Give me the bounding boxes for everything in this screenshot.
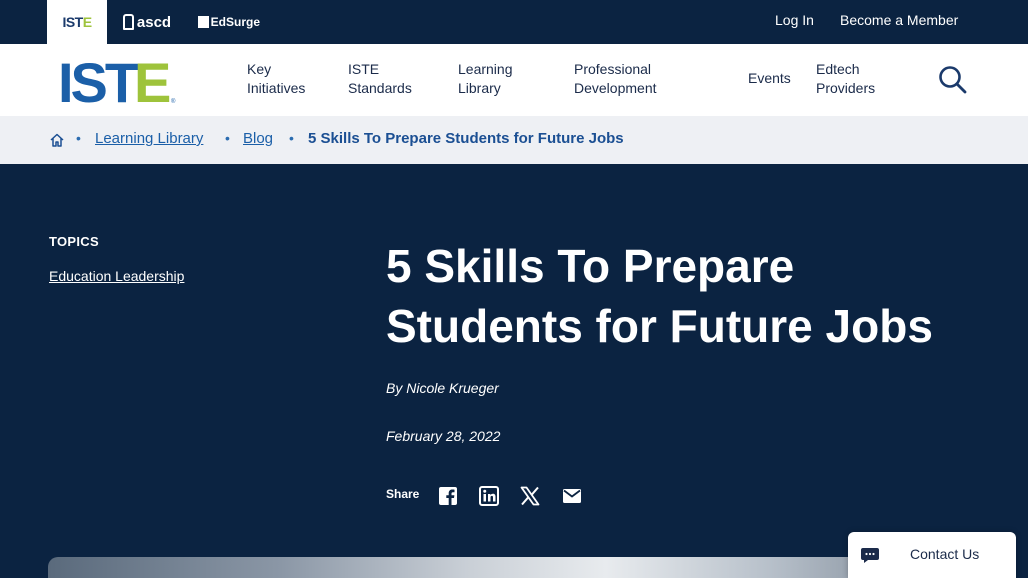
edsurge-brand-label: EdSurge [210, 15, 260, 29]
nav-learning-library[interactable]: Learning Library [458, 60, 548, 98]
x-icon[interactable] [519, 485, 541, 507]
nav-events[interactable]: Events [748, 69, 808, 88]
breadcrumb-current: 5 Skills To Prepare Students for Future … [308, 130, 624, 147]
mail-icon[interactable] [561, 485, 583, 507]
contact-us-label: Contact Us [910, 546, 980, 562]
linkedin-icon[interactable] [478, 485, 500, 507]
breadcrumb-learning-library[interactable]: Learning Library [95, 130, 203, 147]
home-icon[interactable] [49, 132, 65, 148]
iste-mini-logo: ISTE [62, 14, 92, 30]
topic-link-education-leadership[interactable]: Education Leadership [49, 268, 184, 284]
become-member-link[interactable]: Become a Member [840, 12, 958, 28]
nav-key-initiatives[interactable]: Key Initiatives [247, 60, 327, 98]
ascd-logo-icon [122, 14, 134, 30]
brand-tab-edsurge[interactable]: EdSurge [198, 0, 260, 44]
svg-text:®: ® [171, 98, 176, 104]
breadcrumb: • Learning Library • Blog • 5 Skills To … [0, 116, 1028, 164]
chat-bubble-icon [860, 545, 880, 565]
edsurge-logo-icon [198, 16, 209, 28]
search-icon[interactable] [937, 64, 969, 96]
svg-text:IST: IST [58, 56, 139, 104]
topics-heading: TOPICS [49, 234, 99, 249]
facebook-icon[interactable] [437, 485, 459, 507]
nav-edtech-providers[interactable]: Edtech Providers [816, 60, 906, 98]
brand-tab-ascd[interactable]: ascd [118, 0, 176, 44]
breadcrumb-separator: • [76, 130, 81, 146]
utility-bar: ISTE ascd EdSurge Log In Become a Member [0, 0, 1028, 44]
share-label: Share [386, 487, 420, 501]
iste-logo[interactable]: IST E ® [58, 51, 178, 114]
nav-iste-standards[interactable]: ISTE Standards [348, 60, 438, 98]
nav-professional-development[interactable]: Professional Development [574, 60, 694, 98]
login-link[interactable]: Log In [775, 12, 814, 28]
article-byline: By Nicole Krueger [386, 380, 499, 396]
article-date: February 28, 2022 [386, 428, 501, 444]
main-navigation: IST E ® Key Initiatives ISTE Standards L… [0, 44, 1028, 116]
brand-tab-iste[interactable]: ISTE [47, 0, 107, 44]
ascd-brand-label: ascd [136, 13, 172, 31]
article-hero-image [48, 557, 978, 578]
article-title: 5 Skills To Prepare Students for Future … [386, 240, 933, 352]
breadcrumb-blog[interactable]: Blog [243, 130, 273, 147]
breadcrumb-separator: • [225, 130, 230, 146]
contact-us-button[interactable]: Contact Us [848, 532, 1016, 578]
breadcrumb-separator: • [289, 130, 294, 146]
svg-text:E: E [134, 56, 171, 104]
